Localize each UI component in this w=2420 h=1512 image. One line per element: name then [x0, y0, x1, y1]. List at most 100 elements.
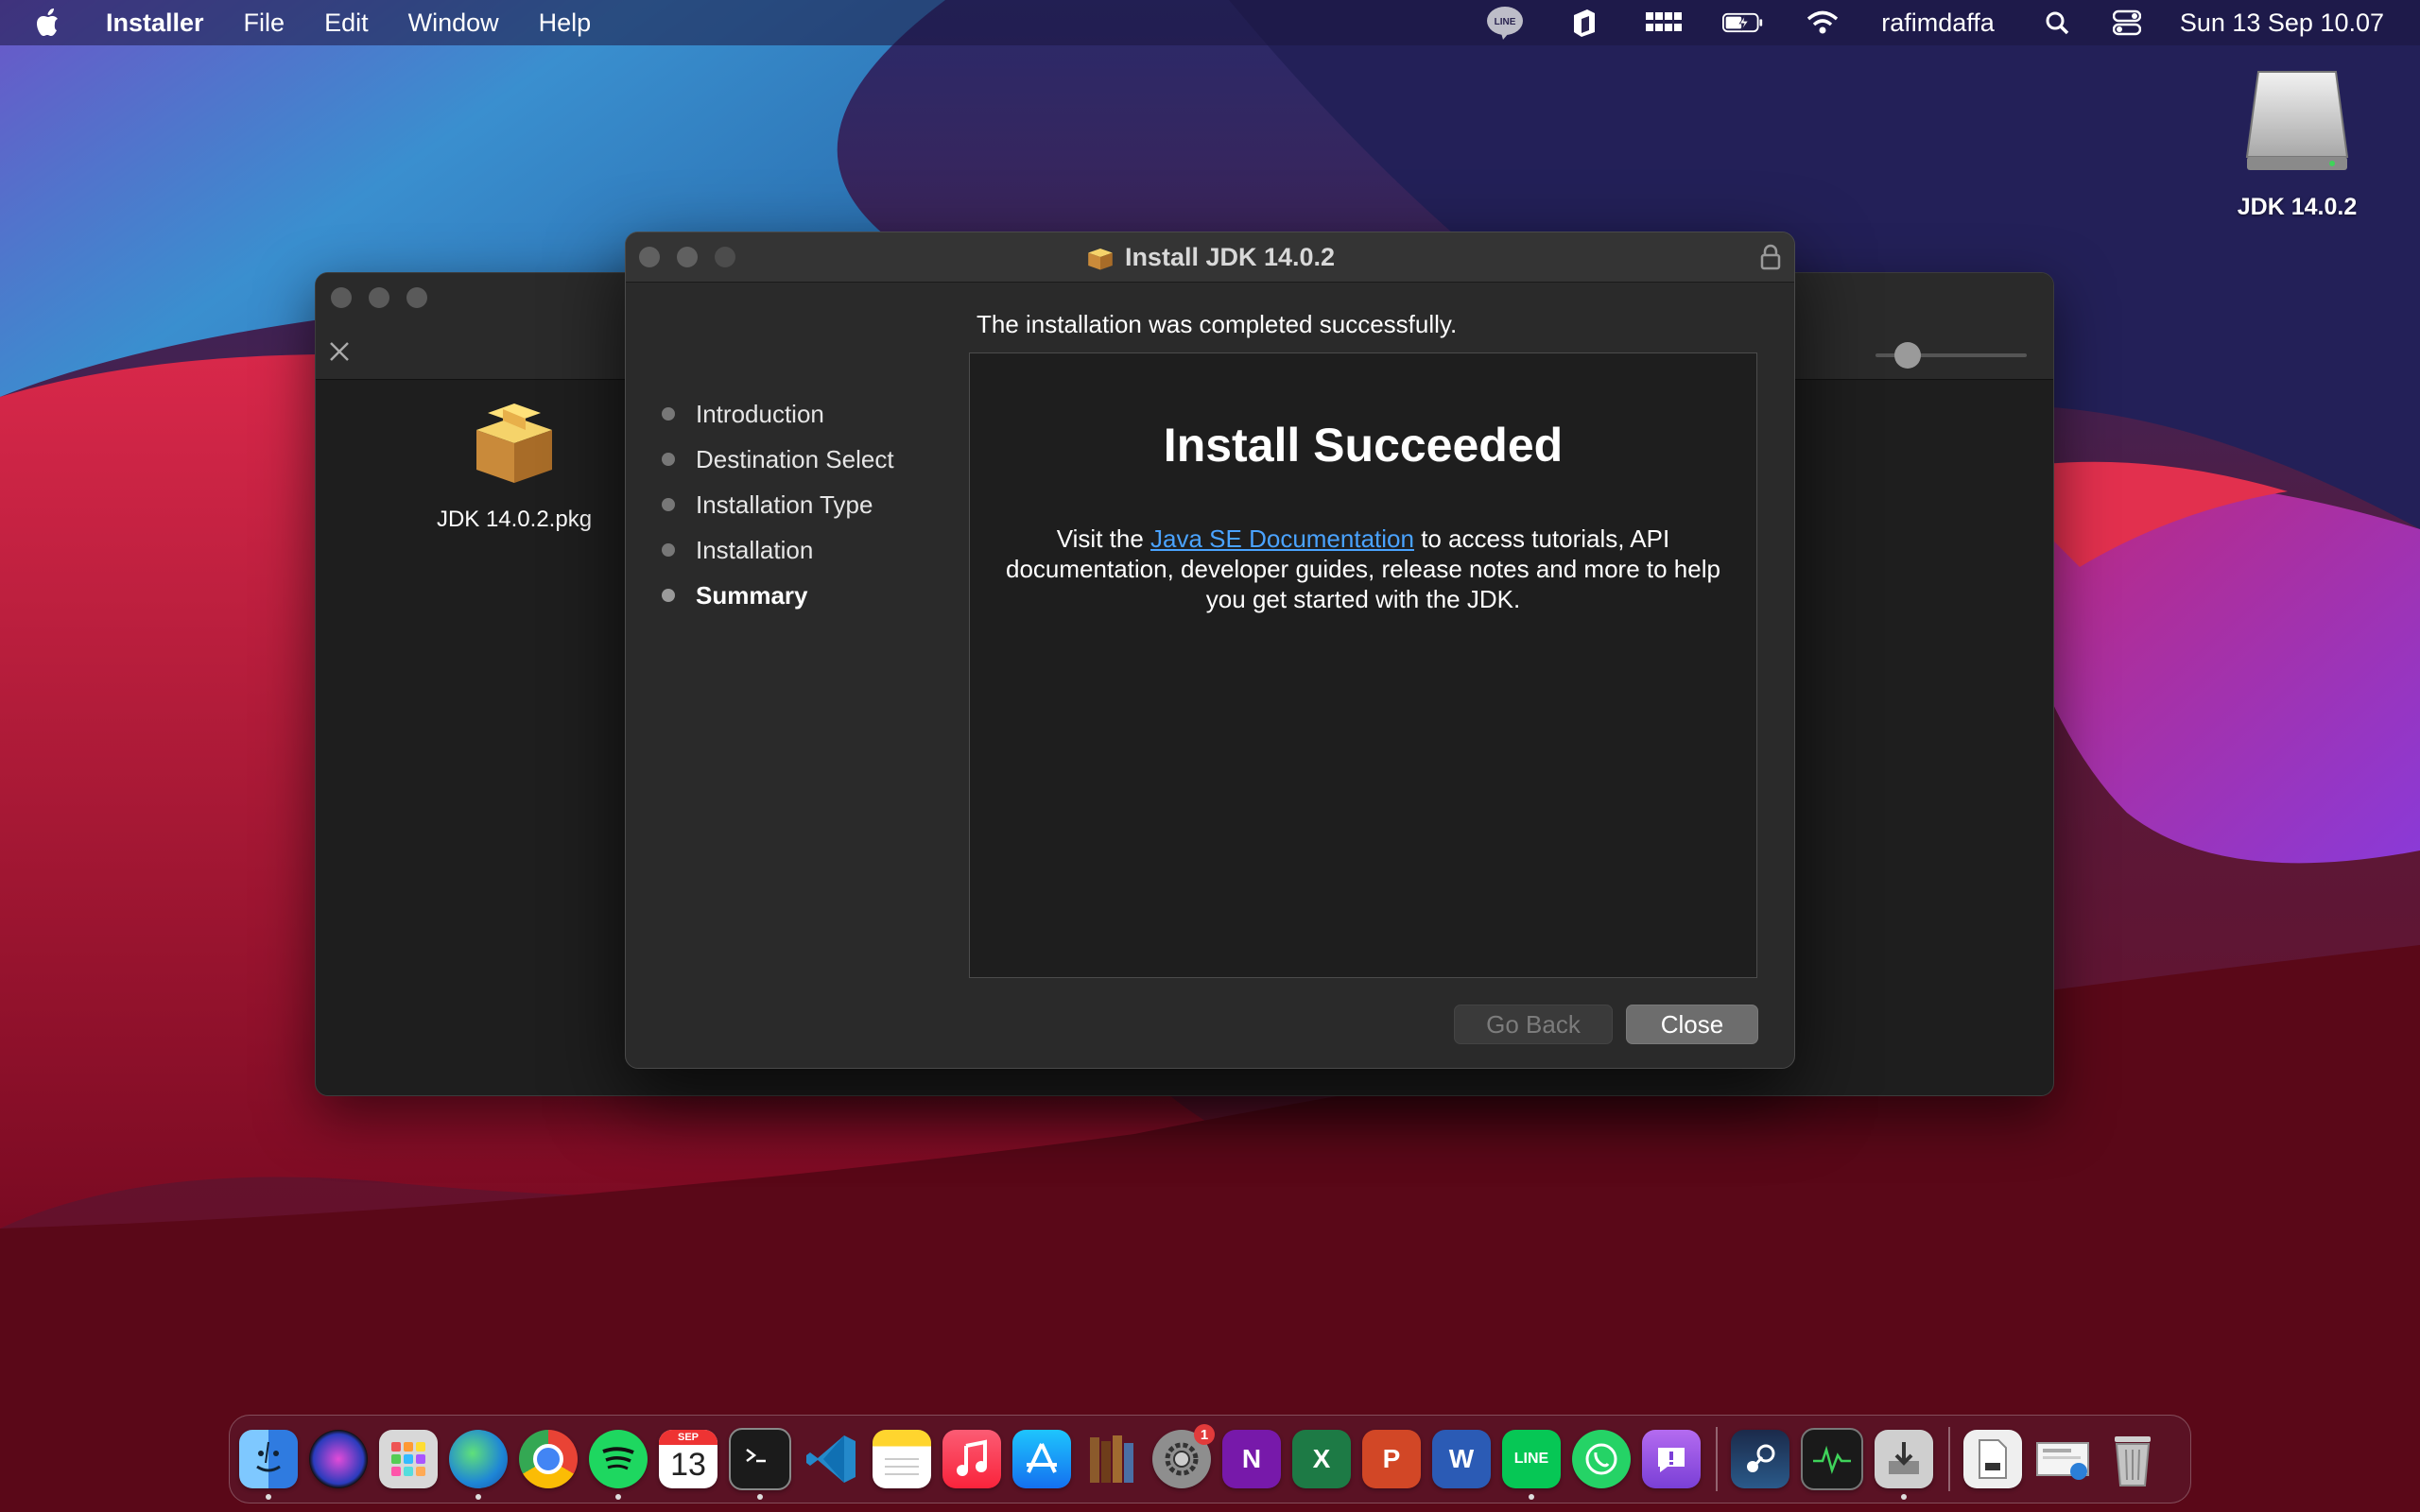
notion-icon[interactable]	[1564, 4, 1605, 42]
step-label: Summary	[696, 580, 808, 610]
running-indicator	[1529, 1494, 1534, 1500]
finder-close-button[interactable]	[331, 287, 352, 308]
lock-icon[interactable]	[1760, 244, 1781, 270]
finder-minimize-button[interactable]	[369, 287, 389, 308]
step-bullet-icon	[662, 498, 675, 511]
word-icon[interactable]: W	[1432, 1430, 1491, 1488]
disk-image-icon	[2245, 71, 2349, 170]
running-indicator	[475, 1494, 481, 1500]
drive-label: JDK 14.0.2	[2237, 194, 2358, 220]
step-installation: Installation	[662, 527, 894, 573]
launchpad-icon[interactable]	[379, 1430, 438, 1488]
close-button[interactable]: Close	[1626, 1005, 1758, 1044]
control-center-icon[interactable]	[2106, 4, 2148, 42]
step-installation-type: Installation Type	[662, 482, 894, 527]
body-prefix: Visit the	[1056, 524, 1151, 553]
system-preferences-icon[interactable]: 1	[1152, 1424, 1215, 1488]
running-indicator	[1901, 1494, 1907, 1500]
installer-app-icon[interactable]	[1875, 1430, 1933, 1500]
step-introduction: Introduction	[662, 391, 894, 437]
vscode-icon[interactable]	[803, 1430, 861, 1488]
menu-window[interactable]: Window	[408, 9, 499, 38]
running-indicator	[266, 1494, 271, 1500]
onenote-icon[interactable]: N	[1222, 1430, 1281, 1488]
chrome-center	[533, 1444, 563, 1474]
installer-titlebar: Install JDK 14.0.2	[626, 232, 1794, 283]
calendar-icon[interactable]: SEP 13	[659, 1430, 717, 1488]
battery-icon[interactable]	[1722, 4, 1764, 42]
keyboard-icon[interactable]	[1643, 4, 1685, 42]
feedback-icon[interactable]	[1642, 1430, 1701, 1488]
installer-window: Install JDK 14.0.2 The installation was …	[625, 232, 1795, 1069]
svg-text:LINE: LINE	[1495, 17, 1516, 27]
line-app-icon[interactable]: LINE	[1502, 1430, 1561, 1500]
edge-browser-icon[interactable]	[449, 1430, 508, 1500]
package-icon	[476, 404, 552, 483]
pkg-file-item[interactable]: JDK 14.0.2.pkg	[391, 396, 637, 533]
go-back-button[interactable]: Go Back	[1454, 1005, 1613, 1044]
summary-body: Visit the Java SE Documentation to acces…	[998, 524, 1728, 614]
notification-badge: 1	[1194, 1424, 1215, 1445]
steam-icon[interactable]	[1731, 1430, 1789, 1488]
step-summary: Summary	[662, 573, 894, 618]
finder-icon[interactable]	[239, 1430, 298, 1500]
downloads-stack-icon[interactable]	[1963, 1430, 2022, 1488]
dock: SEP 13 1 N X P W LINE	[229, 1415, 2191, 1503]
close-icon[interactable]	[327, 339, 352, 364]
icon-size-slider[interactable]	[1876, 341, 2036, 369]
dock-separator	[1948, 1427, 1950, 1491]
menu-file[interactable]: File	[244, 9, 285, 38]
onenote-letter: N	[1241, 1444, 1262, 1473]
dock-separator	[1716, 1427, 1718, 1491]
summary-heading: Install Succeeded	[1163, 419, 1564, 472]
package-icon	[1088, 249, 1113, 270]
line-icon[interactable]: LINE	[1484, 4, 1526, 42]
excel-icon[interactable]: X	[1292, 1430, 1351, 1488]
siri-icon[interactable]	[309, 1430, 368, 1488]
calendar-month: SEP	[659, 1430, 717, 1445]
summary-panel: Install Succeeded Visit the Java SE Docu…	[969, 352, 1757, 978]
running-indicator	[757, 1494, 763, 1500]
excel-letter: X	[1312, 1444, 1331, 1473]
calibre-icon[interactable]	[1082, 1430, 1141, 1488]
apple-menu-icon[interactable]	[36, 4, 68, 42]
step-bullet-icon	[662, 543, 675, 557]
menu-bar: Installer File Edit Window Help LINE raf…	[0, 0, 2420, 45]
word-letter: W	[1448, 1444, 1475, 1473]
step-bullet-icon	[662, 407, 675, 421]
installer-title-text: Install JDK 14.0.2	[1124, 242, 1336, 271]
pkg-file-label: JDK 14.0.2.pkg	[436, 507, 593, 532]
installer-steps: Introduction Destination Select Installa…	[662, 391, 894, 618]
clock[interactable]: Sun 13 Sep 10.07	[2180, 9, 2384, 38]
step-destination-select: Destination Select	[662, 437, 894, 482]
desktop-drive[interactable]: JDK 14.0.2	[2212, 66, 2382, 221]
menu-app-name[interactable]: Installer	[106, 9, 204, 38]
step-label: Destination Select	[696, 444, 894, 473]
chrome-icon[interactable]	[519, 1430, 578, 1488]
user-name[interactable]: rafimdaffa	[1881, 9, 1995, 38]
spotify-icon[interactable]	[589, 1430, 648, 1500]
trash-icon[interactable]	[2103, 1430, 2162, 1488]
step-bullet-icon	[662, 453, 675, 466]
documents-stack-icon[interactable]	[2033, 1430, 2092, 1488]
installer-title: Install JDK 14.0.2	[626, 232, 1794, 282]
calendar-day: 13	[670, 1446, 706, 1483]
whatsapp-icon[interactable]	[1572, 1430, 1631, 1488]
step-label: Installation Type	[696, 490, 873, 519]
spotlight-search-icon[interactable]	[2036, 4, 2078, 42]
activity-monitor-icon[interactable]	[1801, 1428, 1863, 1490]
menu-edit[interactable]: Edit	[324, 9, 369, 38]
step-bullet-icon	[662, 589, 675, 602]
running-indicator	[615, 1494, 621, 1500]
powerpoint-letter: P	[1382, 1444, 1401, 1473]
menu-help[interactable]: Help	[539, 9, 592, 38]
notes-icon[interactable]	[873, 1430, 931, 1488]
step-label: Introduction	[696, 399, 824, 428]
music-icon[interactable]	[942, 1430, 1001, 1488]
wifi-icon[interactable]	[1802, 4, 1843, 42]
app-store-icon[interactable]	[1012, 1430, 1071, 1488]
terminal-icon[interactable]	[729, 1428, 791, 1500]
finder-zoom-button[interactable]	[406, 287, 427, 308]
powerpoint-icon[interactable]: P	[1362, 1430, 1421, 1488]
java-docs-link[interactable]: Java SE Documentation	[1150, 524, 1414, 553]
